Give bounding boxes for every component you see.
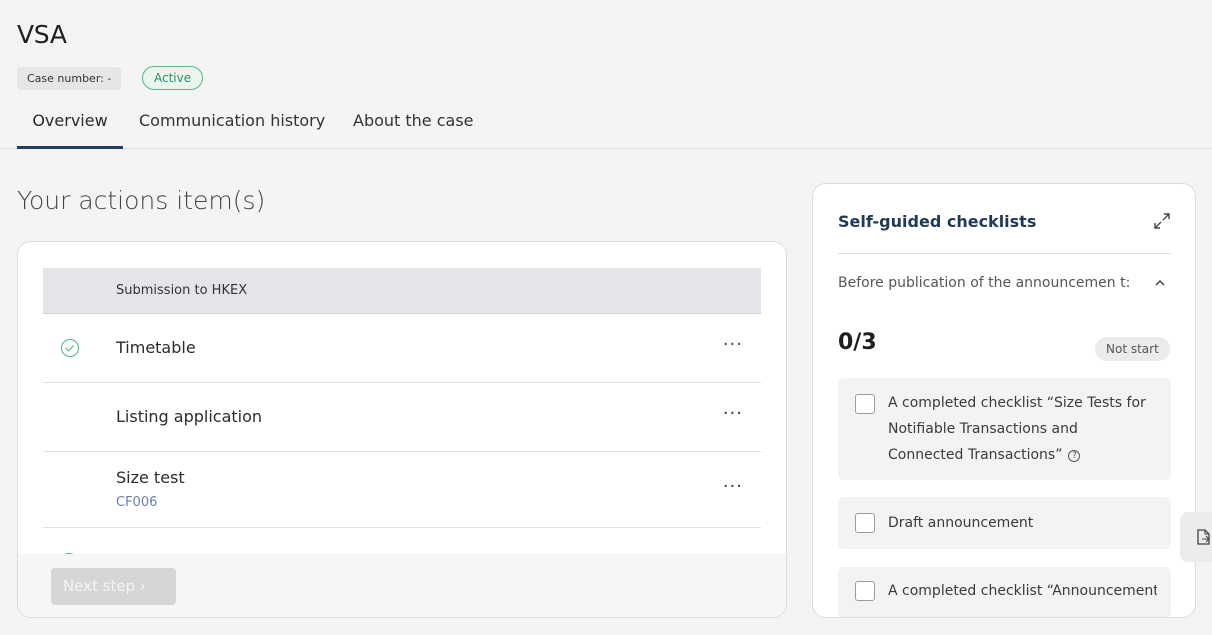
tab-communication-history[interactable]: Communication history: [139, 104, 325, 149]
checklist-title: Self-guided checklists: [838, 212, 1037, 231]
group-header: Submission to HKEX: [43, 268, 761, 314]
divider: [838, 253, 1171, 254]
status-badge: Active: [142, 66, 204, 90]
case-header: VSA Case number: - Active Overview Commu…: [0, 0, 1212, 149]
checklist-item-text: A completed checklist “Announcement: [888, 583, 1157, 599]
checklist-item: A completed checklist “Size Tests for No…: [838, 378, 1171, 480]
tab-overview[interactable]: Overview: [17, 104, 123, 149]
expand-icon[interactable]: [1150, 209, 1174, 233]
action-label: Timetable: [116, 338, 196, 357]
checklist-status-badge: Not start: [1095, 337, 1170, 361]
checklist-section-label: Before publication of the announcemen t:: [838, 275, 1131, 291]
checkbox[interactable]: [855, 513, 875, 533]
action-sub-code[interactable]: CF006: [116, 495, 157, 510]
checklist-item-text: Draft announcement: [888, 515, 1034, 531]
checkbox[interactable]: [855, 581, 875, 601]
checklist-item: Draft announcement: [838, 497, 1171, 549]
more-horizontal-icon[interactable]: ···: [723, 476, 743, 497]
actions-section-title: Your actions item(s): [17, 186, 266, 215]
action-label: Size test: [116, 468, 185, 487]
action-label: Listing application: [116, 407, 263, 426]
tab-about-the-case[interactable]: About the case: [353, 104, 474, 149]
next-step-button[interactable]: Next step ›: [51, 568, 176, 605]
export-file-button[interactable]: [1180, 512, 1212, 562]
action-row-listing-application[interactable]: Listing application ···: [43, 383, 761, 452]
export-file-icon: [1197, 529, 1210, 545]
checklist-progress: 0/3: [838, 330, 877, 355]
action-row-timetable[interactable]: Timetable ···: [43, 314, 761, 383]
actions-footer: Next step ›: [18, 554, 786, 617]
page-title: VSA: [17, 20, 67, 49]
checklist-item: A completed checklist “Announcement: [838, 567, 1171, 617]
help-circle-icon[interactable]: ?: [1068, 450, 1081, 462]
case-number-badge: Case number: -: [17, 67, 122, 90]
actions-card: Submission to HKEX Timetable ··· Listing…: [17, 241, 787, 618]
checkbox[interactable]: [855, 394, 875, 414]
chevron-up-icon[interactable]: [1154, 277, 1166, 289]
checklist-item-text: A completed checklist “Size Tests for No…: [888, 395, 1146, 463]
more-horizontal-icon[interactable]: ···: [723, 403, 743, 424]
checklist-card: Self-guided checklists Before publicatio…: [812, 183, 1196, 618]
action-row-size-test[interactable]: Size test CF006 ···: [43, 452, 761, 528]
check-circle-icon: [61, 339, 79, 357]
more-horizontal-icon[interactable]: ···: [723, 334, 743, 355]
